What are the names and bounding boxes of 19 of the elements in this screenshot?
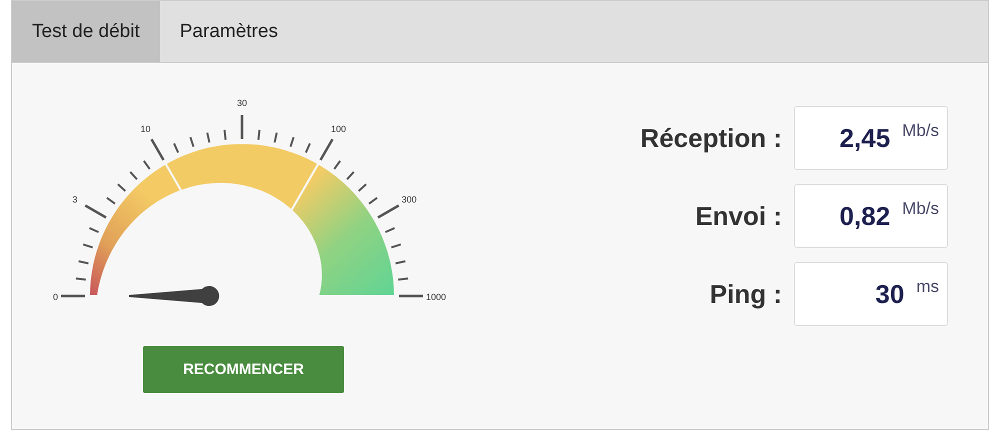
scale-label: 1000 xyxy=(426,292,446,302)
tab[interactable]: Paramètres xyxy=(160,1,298,62)
result-label: Ping : xyxy=(710,278,782,310)
scale-label: 10 xyxy=(140,124,150,134)
scale-label: 0 xyxy=(52,292,58,302)
tab[interactable]: Test de débit xyxy=(12,1,160,62)
scale-label: 100 xyxy=(330,124,346,134)
result-label: Envoi : xyxy=(695,200,782,232)
scale-label: 300 xyxy=(402,194,417,204)
result-value: 2,45 xyxy=(840,123,890,154)
scale-label: 30 xyxy=(237,98,247,108)
result-value: 30 xyxy=(875,279,904,310)
result-unit: Mb/s xyxy=(902,121,939,141)
result-unit: Mb/s xyxy=(902,199,939,219)
result-unit: ms xyxy=(916,277,939,297)
result-label: Réception : xyxy=(640,122,782,154)
result-value: 0,82 xyxy=(840,201,890,232)
scale-label: 3 xyxy=(72,194,78,204)
restart-button[interactable]: RECOMMENCER xyxy=(143,346,344,393)
